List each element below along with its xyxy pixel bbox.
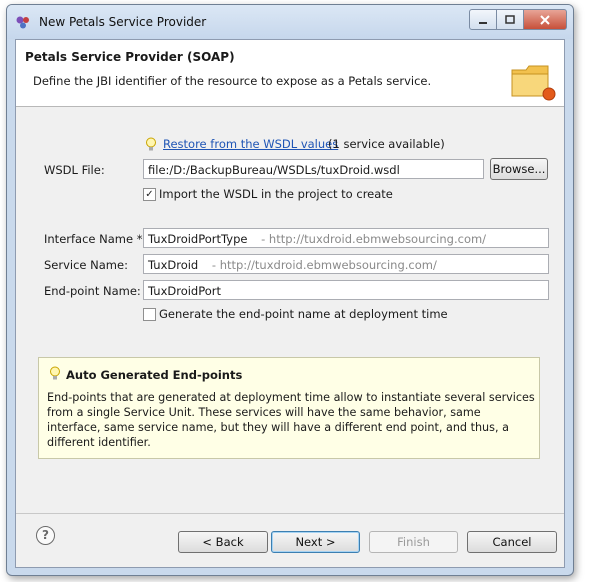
restore-wsdl-link[interactable]: Restore from the WSDL values [163,137,338,151]
lightbulb-icon [50,366,60,380]
interface-name-label: Interface Name *: [44,232,147,246]
auto-endpoints-info-box: Auto Generated End-points End-points tha… [38,357,540,459]
page-description: Define the JBI identifier of the resourc… [33,74,432,88]
info-text: End-points that are generated at deploym… [47,391,535,449]
interface-namespace: - http://tuxdroid.ebmwebsourcing.com/ [261,232,487,246]
interface-name-value: TuxDroidPortType [148,232,248,246]
import-wsdl-checkbox[interactable]: ✓ [143,188,156,201]
generate-endpoint-label: Generate the end-point name at deploymen… [159,307,448,321]
interface-name-field[interactable]: TuxDroidPortType - http://tuxdroid.ebmwe… [143,228,549,248]
folder-wizard-icon [511,65,556,101]
wsdl-file-value: file:/D:/BackupBureau/WSDLs/tuxDroid.wsd… [148,163,400,177]
title-bar[interactable]: New Petals Service Provider [7,5,573,39]
wsdl-file-label: WSDL File: [44,163,105,177]
footer-separator [16,513,564,514]
finish-button[interactable]: Finish [369,531,458,553]
next-button[interactable]: Next > [271,531,360,553]
import-wsdl-label: Import the WSDL in the project to create [159,187,393,201]
info-title: Auto Generated End-points [66,368,243,382]
help-icon[interactable]: ? [36,526,55,545]
endpoint-name-label: End-point Name: [44,284,141,298]
service-name-value: TuxDroid [148,258,199,272]
wsdl-file-input[interactable]: file:/D:/BackupBureau/WSDLs/tuxDroid.wsd… [143,159,484,179]
endpoint-name-input[interactable]: TuxDroidPort [143,280,549,300]
service-name-field[interactable]: TuxDroid - http://tuxdroid.ebmwebsourcin… [143,254,549,274]
service-namespace: - http://tuxdroid.ebmwebsourcing.com/ [211,258,437,272]
back-button[interactable]: < Back [178,531,268,553]
minimize-icon[interactable] [469,9,497,30]
wizard-page: Petals Service Provider (SOAP) Define th… [15,39,565,568]
cancel-button[interactable]: Cancel [467,531,557,553]
lightbulb-icon [146,137,156,151]
maximize-icon[interactable] [497,9,523,30]
dialog-window: New Petals Service Provider Petals Servi… [6,4,574,576]
browse-button[interactable]: Browse... [490,158,548,180]
service-name-label: Service Name: [44,258,128,272]
restore-service-count: (1 service available) [328,137,445,151]
endpoint-name-value: TuxDroidPort [148,284,222,298]
generate-endpoint-checkbox[interactable] [143,308,156,321]
window-title: New Petals Service Provider [39,15,207,29]
petals-app-icon [16,16,29,29]
close-icon[interactable] [523,9,567,30]
page-title: Petals Service Provider (SOAP) [25,50,235,64]
wizard-header: Petals Service Provider (SOAP) Define th… [16,40,564,107]
